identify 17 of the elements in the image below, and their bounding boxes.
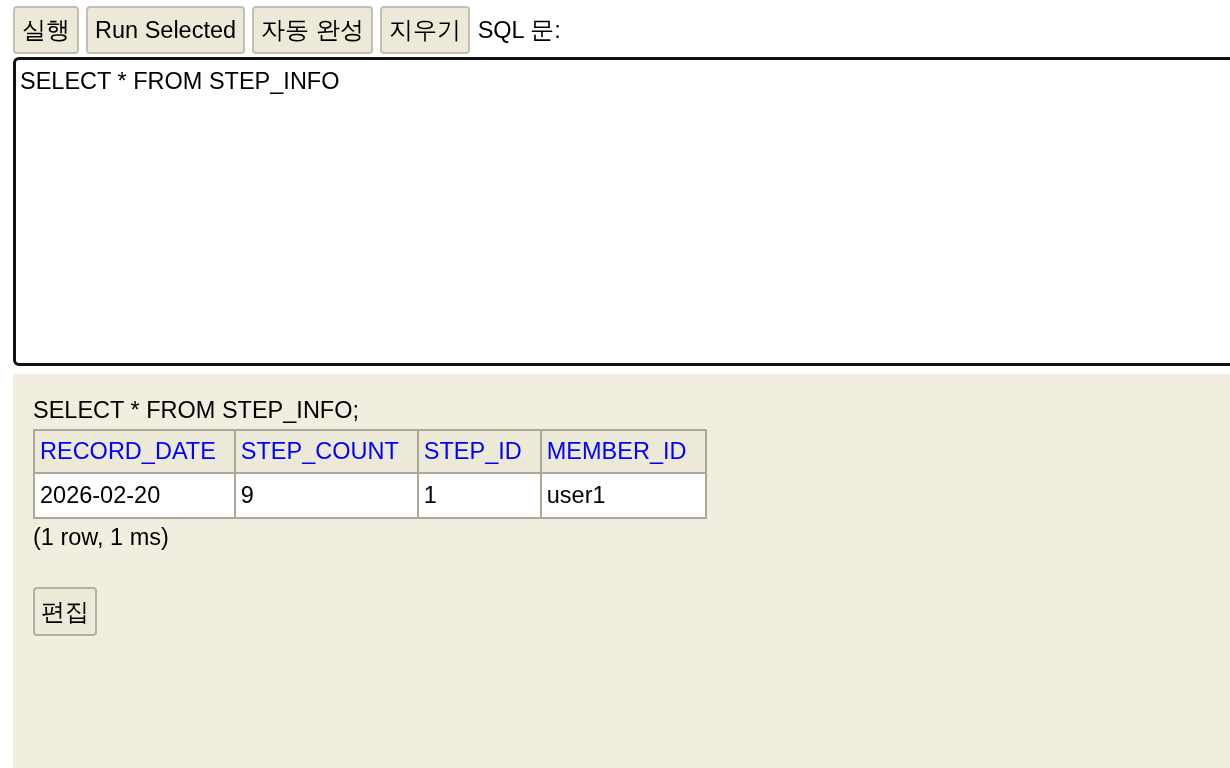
table-cell: 2026-02-20: [34, 473, 235, 518]
table-cell: 9: [234, 473, 418, 518]
toolbar-button[interactable]: 실행: [13, 6, 79, 54]
column-header[interactable]: STEP_ID: [417, 430, 541, 473]
executed-statement: SELECT * FROM STEP_INFO;: [33, 397, 360, 424]
result-summary: (1 row, 1 ms): [33, 523, 169, 551]
table-cell: user1: [540, 473, 706, 518]
table-cell: 1: [417, 473, 541, 518]
column-header[interactable]: MEMBER_ID: [540, 430, 706, 473]
column-header[interactable]: STEP_COUNT: [234, 430, 418, 473]
column-header[interactable]: RECORD_DATE: [34, 430, 235, 473]
sql-editor[interactable]: SELECT * FROM STEP_INFO: [13, 57, 1230, 366]
sql-label: SQL 문:: [477, 16, 561, 45]
toolbar-button[interactable]: Run Selected: [86, 6, 246, 54]
toolbar-button[interactable]: 자동 완성: [252, 6, 373, 54]
edit-button[interactable]: 편집: [33, 587, 97, 636]
toolbar-button[interactable]: 지우기: [379, 6, 470, 54]
